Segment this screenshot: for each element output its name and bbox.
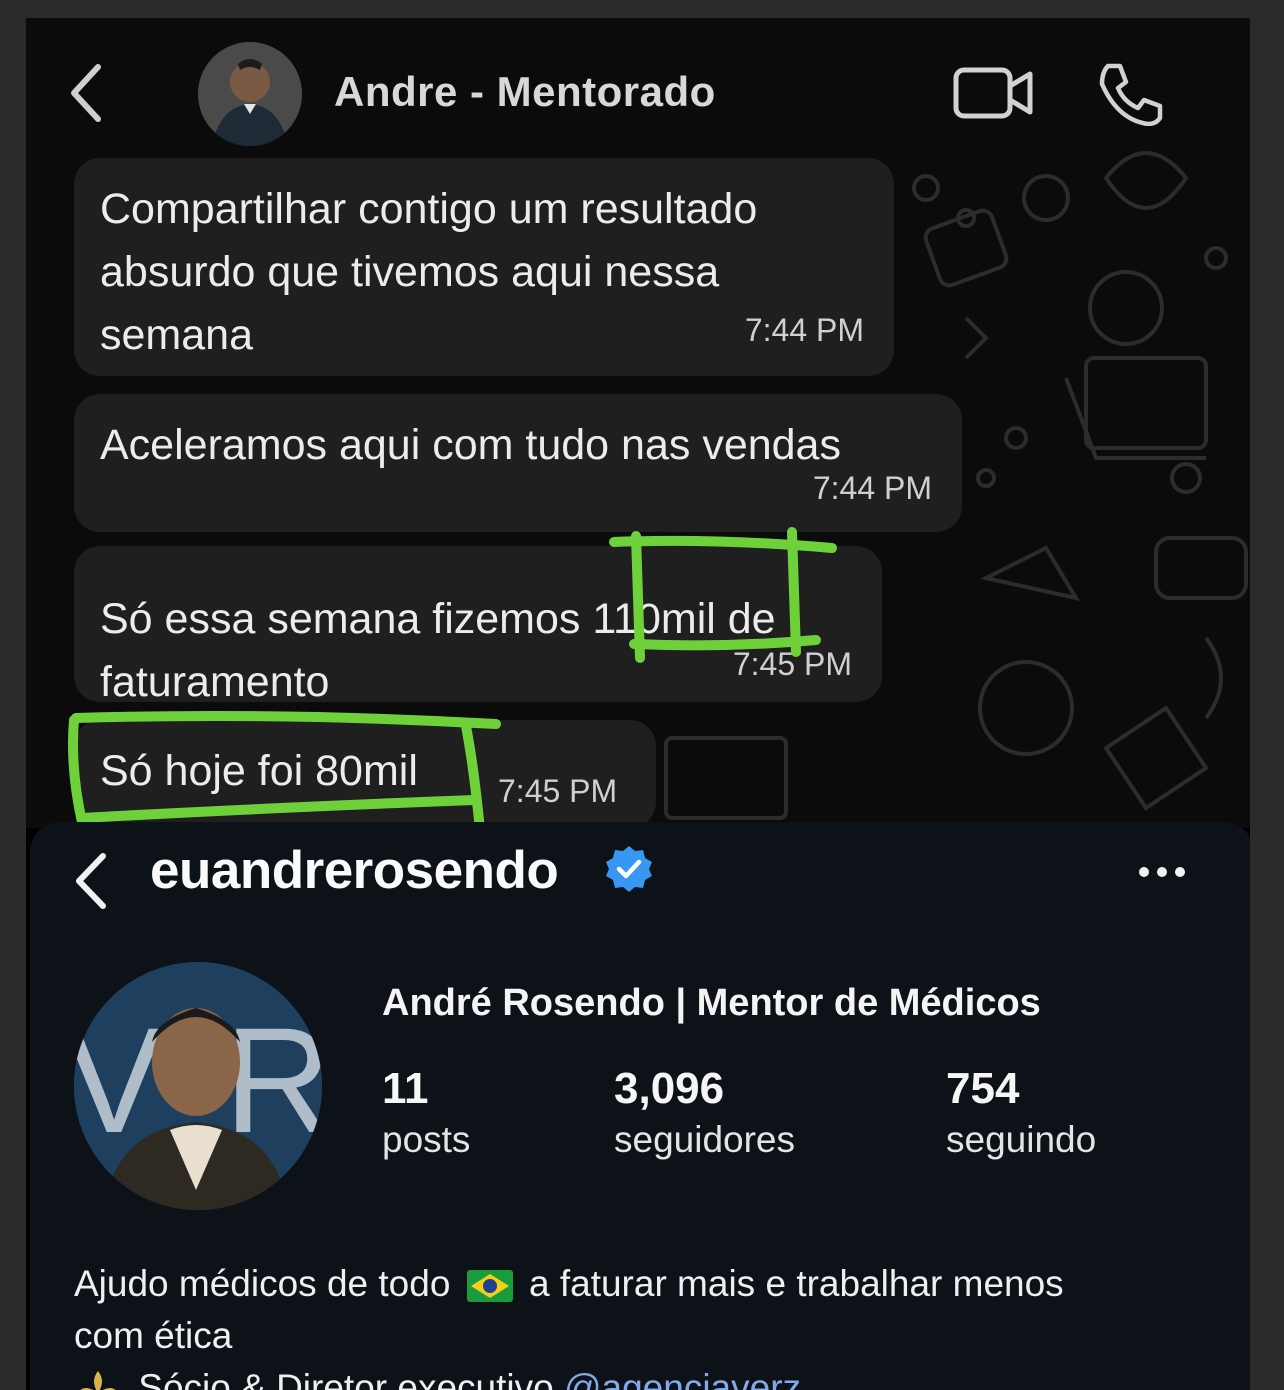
chat-header: Andre - Mentorado: [26, 18, 1250, 168]
whatsapp-chat: Andre - Mentorado Compartilhar contigo u…: [26, 18, 1250, 828]
profile-bio: Ajudo médicos de todo a faturar mais e t…: [74, 1258, 1214, 1390]
stat-value: 11: [382, 1064, 429, 1113]
more-horizontal-icon: [1139, 867, 1185, 877]
fleur-de-lis-icon: [80, 1371, 116, 1390]
profile-username: euandrerosendo: [150, 841, 559, 900]
chevron-left-icon: [76, 853, 106, 909]
message-bubble[interactable]: Aceleramos aqui com tudo nas vendas 7:44…: [74, 394, 962, 532]
stat-label: posts: [382, 1119, 471, 1160]
stat-label: seguindo: [946, 1119, 1097, 1160]
stat-followers[interactable]: 3,096 seguidores: [614, 1062, 795, 1164]
video-call-button[interactable]: [952, 64, 1036, 122]
chevron-left-icon: [71, 64, 101, 122]
screenshot-frame: Andre - Mentorado Compartilhar contigo u…: [26, 18, 1250, 1390]
contact-name[interactable]: Andre - Mentorado: [334, 68, 716, 116]
voice-call-button[interactable]: [1094, 60, 1164, 127]
profile-display-name: André Rosendo | Mentor de Médicos: [382, 982, 1041, 1024]
highlight-box-80mil: [68, 711, 501, 828]
bio-text: com ética: [74, 1315, 233, 1356]
video-camera-icon: [953, 67, 1033, 119]
brazil-flag-icon: [466, 1270, 513, 1303]
contact-avatar[interactable]: [198, 42, 302, 146]
more-options-button[interactable]: [1134, 852, 1190, 892]
instagram-profile: euandrerosendo V R André Rosendo | Mento…: [30, 822, 1250, 1390]
message-time: 7:44 PM: [744, 312, 864, 348]
bio-text: Sócio & Diretor executivo: [138, 1367, 554, 1390]
bio-text: a faturar mais e trabalhar menos: [528, 1263, 1064, 1304]
stat-posts[interactable]: 11 posts: [382, 1062, 470, 1164]
back-button[interactable]: [56, 60, 116, 126]
stat-following[interactable]: 754 seguindo: [946, 1062, 1096, 1164]
message-bubble[interactable]: Compartilhar contigo um resultado absurd…: [74, 158, 894, 376]
stat-label: seguidores: [614, 1119, 796, 1160]
contact-photo: [198, 42, 302, 146]
message-text: Compartilhar contigo um resultado absurd…: [100, 185, 758, 359]
stat-value: 754: [946, 1064, 1020, 1113]
mention-link[interactable]: @agenciaverz: [564, 1367, 801, 1390]
profile-avatar[interactable]: V R: [74, 962, 322, 1210]
message-time: 7:45 PM: [498, 773, 618, 809]
stat-value: 3,096: [614, 1064, 725, 1113]
message-time: 7:44 PM: [812, 470, 932, 506]
ig-back-button[interactable]: [66, 846, 116, 916]
message-text: Aceleramos aqui com tudo nas vendas: [100, 421, 841, 469]
profile-photo: V R: [74, 962, 322, 1210]
verified-badge-icon: [606, 846, 652, 892]
bio-text: Ajudo médicos de todo: [74, 1263, 451, 1304]
phone-icon: [1099, 63, 1163, 127]
highlight-box-110mil: [609, 527, 837, 663]
